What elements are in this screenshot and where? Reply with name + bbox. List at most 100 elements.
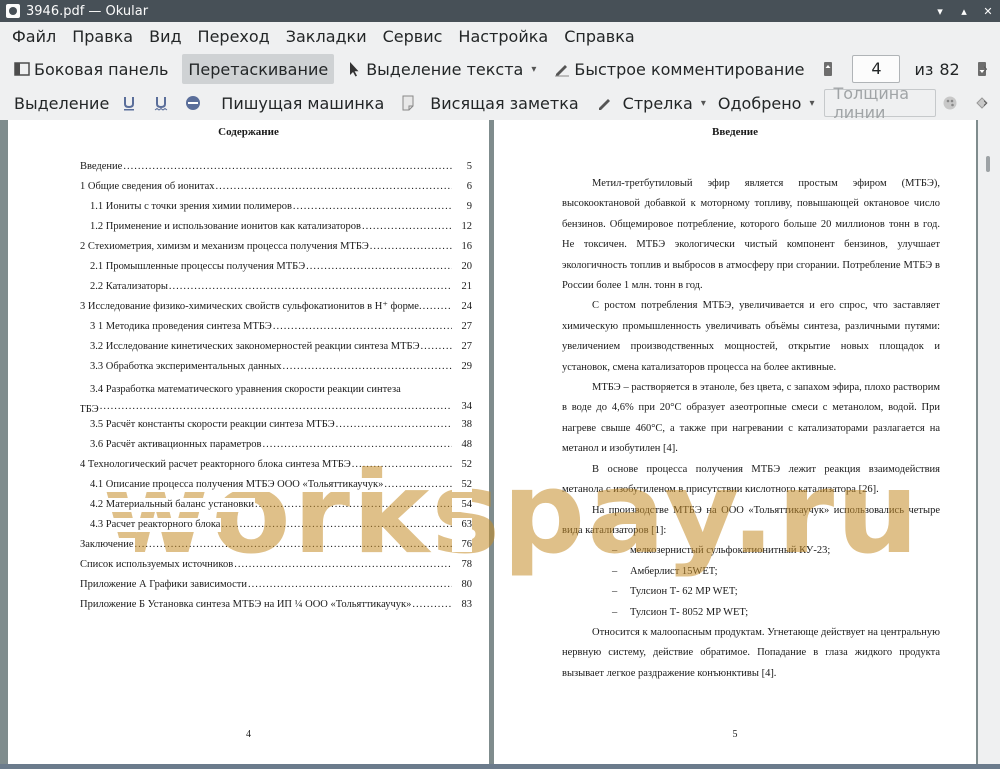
toc-entry[interactable]: 1.1 Иониты с точки зрения химии полимеро… bbox=[80, 200, 472, 220]
chevron-down-icon[interactable]: ▾ bbox=[809, 98, 814, 109]
previous-page-button[interactable] bbox=[814, 54, 846, 84]
scrollbar-thumb[interactable] bbox=[986, 156, 990, 172]
toc-entry[interactable]: 3.3 Обработка экспериментальных данных..… bbox=[80, 360, 472, 380]
maximize-icon[interactable]: ▴ bbox=[956, 3, 972, 19]
menu-view[interactable]: Вид bbox=[141, 23, 189, 51]
toc-entry-title: 2 Стехиометрия, химизм и механизм процес… bbox=[80, 240, 370, 254]
menu-edit[interactable]: Правка bbox=[64, 23, 141, 51]
page-number-label: 4 bbox=[246, 729, 251, 740]
okular-app-icon bbox=[6, 4, 20, 18]
toc-entry[interactable]: Приложение Б Установка синтеза МТБЭ на И… bbox=[80, 598, 472, 618]
toolbar-overflow-icon[interactable]: › bbox=[983, 62, 988, 77]
main-toolbar: Боковая панель Перетаскивание Выделение … bbox=[0, 52, 1000, 86]
toc-leader-dots: ........................................… bbox=[272, 321, 452, 332]
toc-leader-dots: ........................................… bbox=[215, 181, 452, 192]
drag-mode-button[interactable]: Перетаскивание bbox=[182, 54, 335, 84]
toc-entry[interactable]: 3.2 Исследование кинетических закономерн… bbox=[80, 340, 472, 360]
toolbar-overflow-icon[interactable]: › bbox=[983, 96, 988, 111]
toc-entry[interactable]: 3 Исследование физико-химических свойств… bbox=[80, 300, 472, 320]
list-item: Тулсион Т- 8052 MP WET; bbox=[612, 603, 940, 624]
page-total: 82 bbox=[939, 59, 960, 79]
toc-entry[interactable]: 4.3 Расчет реакторного блока............… bbox=[80, 518, 472, 538]
toc-entry[interactable]: 4.1 Описание процесса получения МТБЭ ООО… bbox=[80, 478, 472, 498]
toc-entry[interactable]: 1 Общие сведения об ионитах.............… bbox=[80, 180, 472, 200]
toc-entry-page: 27 bbox=[452, 320, 472, 334]
squiggly-button[interactable] bbox=[147, 88, 179, 118]
toc-entry[interactable]: Введение................................… bbox=[80, 160, 472, 180]
toc-entry-page: 6 bbox=[452, 180, 472, 194]
arrow-button[interactable]: Стрелка ▾ bbox=[591, 88, 712, 118]
toc-entry[interactable]: Заключение..............................… bbox=[80, 538, 472, 558]
toc-entry-page: 83 bbox=[452, 598, 472, 612]
menu-file[interactable]: Файл bbox=[4, 23, 64, 51]
paragraph: МТБЭ – растворяется в этаноле, без цвета… bbox=[562, 382, 940, 455]
chevron-down-icon[interactable]: ▾ bbox=[701, 98, 706, 109]
toc-entry-title: Приложение А Графики зависимости bbox=[80, 578, 248, 592]
toc-entry[interactable]: Список используемых источников..........… bbox=[80, 558, 472, 578]
page-number-input[interactable]: 4 bbox=[852, 55, 901, 83]
toc-leader-dots: ........................................… bbox=[99, 401, 452, 412]
highlight-button[interactable]: Выделение bbox=[8, 88, 115, 118]
sidebar-button[interactable]: Боковая панель bbox=[8, 54, 174, 84]
toc-entry[interactable]: 3 1 Методика проведения синтеза МТБЭ....… bbox=[80, 320, 472, 340]
toc-entry-page: 24 bbox=[452, 300, 472, 314]
toc-entry[interactable]: 4 Технологический расчет реакторного бло… bbox=[80, 458, 472, 478]
toc-entry[interactable]: 4.2 Материальный баланс установки.......… bbox=[80, 498, 472, 518]
quick-comment-button[interactable]: Быстрое комментирование bbox=[548, 54, 810, 84]
toc-entry[interactable]: 2.2 Катализаторы........................… bbox=[80, 280, 472, 300]
window-bottom-edge bbox=[0, 764, 1000, 769]
toc-entry-title-continued: МТБЭ bbox=[80, 400, 100, 418]
toc-entry-title: Введение bbox=[80, 160, 124, 174]
toc-leader-dots: ........................................… bbox=[134, 539, 452, 550]
toc-entry-page: 63 bbox=[452, 518, 472, 532]
underline-button[interactable] bbox=[115, 88, 147, 118]
hanging-note-button[interactable]: Висящая заметка bbox=[394, 88, 584, 118]
page-number-label: 5 bbox=[732, 729, 738, 740]
document-viewport[interactable]: Содержание Введение.....................… bbox=[0, 120, 1000, 764]
toc-entry-title: 1.2 Применение и использование ионитов к… bbox=[90, 220, 363, 234]
toc-entry[interactable]: 3.5 Расчёт константы скорости реакции си… bbox=[80, 418, 472, 438]
list-item: Тулсион Т- 62 MP WET; bbox=[612, 582, 940, 603]
color-button[interactable] bbox=[936, 88, 968, 118]
strikeout-button[interactable] bbox=[179, 88, 211, 118]
toc-entry-page: 52 bbox=[452, 478, 472, 492]
pdf-page-5: Введение Метил-третбутиловый эфир являет… bbox=[494, 120, 976, 764]
close-icon[interactable]: ✕ bbox=[980, 3, 996, 19]
toc-entry-title: Приложение Б Установка синтеза МТБЭ на И… bbox=[80, 598, 413, 612]
text-select-button[interactable]: Выделение текста ▾ bbox=[340, 54, 542, 84]
chevron-down-icon[interactable]: ▾ bbox=[531, 64, 536, 75]
menu-bookmarks[interactable]: Закладки bbox=[278, 23, 375, 51]
minimize-icon[interactable]: ▾ bbox=[932, 3, 948, 19]
toc-entry[interactable]: Приложение А Графики зависимости........… bbox=[80, 578, 472, 598]
toc-entry[interactable]: 2 Стехиометрия, химизм и механизм процес… bbox=[80, 240, 472, 260]
typewriter-button[interactable]: Пишущая машинка bbox=[215, 88, 390, 118]
toc-entry[interactable]: 1.2 Применение и использование ионитов к… bbox=[80, 220, 472, 240]
toc-entry[interactable]: 3.4 Разработка математического уравнения… bbox=[80, 380, 472, 418]
toc-leader-dots: ........................................… bbox=[292, 201, 452, 212]
menu-help[interactable]: Справка bbox=[556, 23, 643, 51]
intro-heading: Введение bbox=[711, 126, 759, 138]
vertical-scrollbar[interactable] bbox=[978, 120, 1000, 764]
paragraph: В основе процесса получения МТБЭ лежит р… bbox=[562, 463, 940, 496]
menu-go[interactable]: Переход bbox=[190, 23, 278, 51]
toc-leader-dots: ........................................… bbox=[422, 301, 452, 312]
list-item: Амберлист 15WET; bbox=[612, 562, 940, 583]
stamp-button[interactable]: Одобрено ▾ bbox=[712, 88, 821, 118]
strikeout-icon bbox=[185, 95, 201, 111]
toc-entry[interactable]: 3.6 Расчёт активационных параметров.....… bbox=[80, 438, 472, 458]
line-width-field[interactable]: Толщина линии bbox=[824, 84, 936, 122]
toc-leader-dots: ........................................… bbox=[282, 361, 452, 372]
title-bar: 3946.pdf — Okular ▾ ▴ ✕ bbox=[0, 0, 1000, 22]
toc-entry-page: 76 bbox=[452, 538, 472, 552]
toc-entry-page: 48 bbox=[452, 438, 472, 452]
toc-leader-dots: ........................................… bbox=[335, 419, 452, 430]
palette-icon bbox=[942, 95, 958, 111]
menu-settings[interactable]: Настройка bbox=[450, 23, 556, 51]
toc-leader-dots: ........................................… bbox=[369, 241, 452, 252]
toc-entry-title: 4.3 Расчет реакторного блока bbox=[90, 518, 222, 532]
toc-entry-title: 3.3 Обработка экспериментальных данных bbox=[90, 360, 283, 374]
menu-tools[interactable]: Сервис bbox=[375, 23, 451, 51]
paragraph: Относится к малоопасным продуктам. Угнет… bbox=[562, 626, 940, 679]
sidebar-icon bbox=[14, 61, 30, 77]
toc-entry[interactable]: 2.1 Промышленные процессы получения МТБЭ… bbox=[80, 260, 472, 280]
